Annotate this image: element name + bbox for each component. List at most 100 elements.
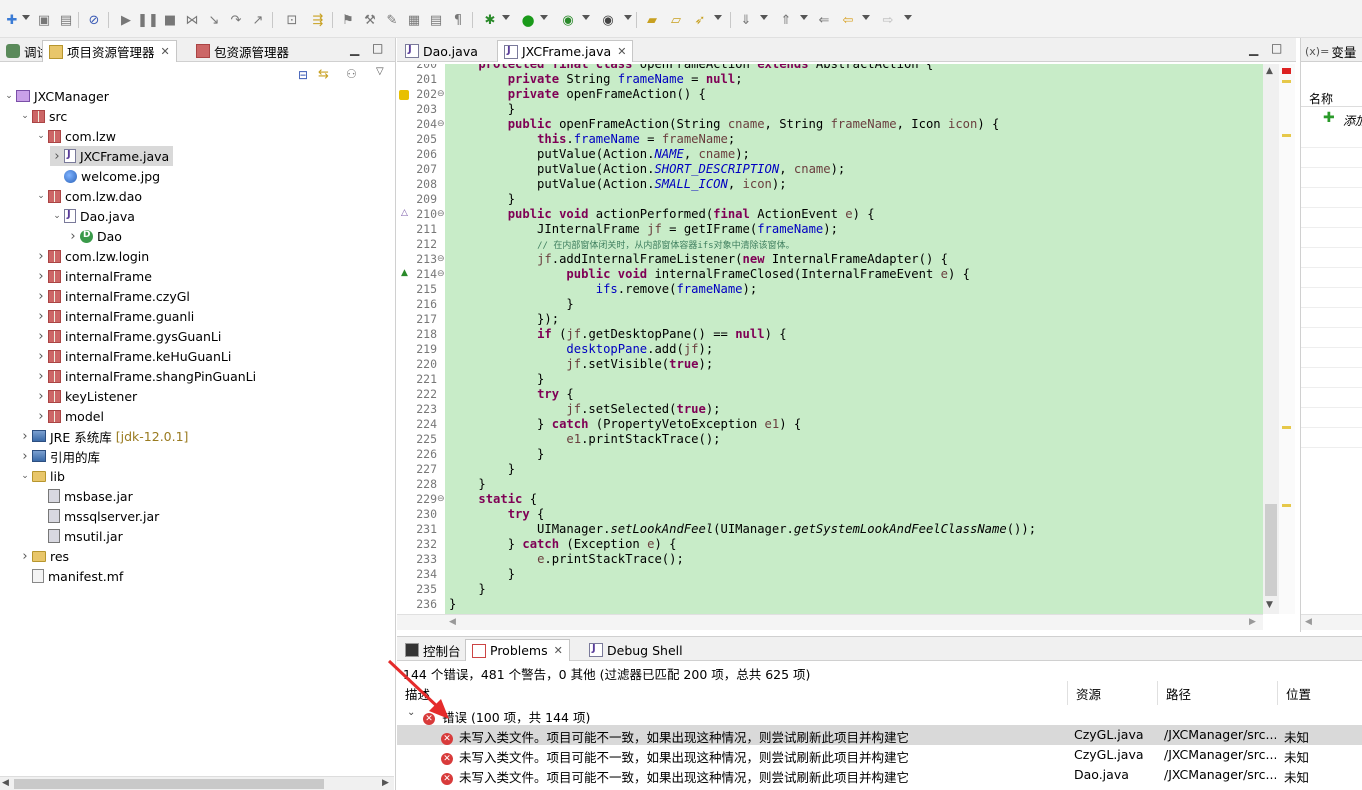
- maximize-icon[interactable]: □: [372, 41, 383, 55]
- column-header-location[interactable]: 位置: [1278, 681, 1362, 705]
- step-return-icon[interactable]: ↗: [250, 12, 266, 28]
- tree-item[interactable]: ⌄ lib: [18, 466, 65, 486]
- column-header-resource[interactable]: 资源: [1068, 681, 1158, 705]
- suspend-icon[interactable]: ❚❚: [137, 12, 159, 28]
- tab-variables[interactable]: (x)= 变量: [1301, 40, 1360, 62]
- scroll-left-icon[interactable]: ◀: [2, 778, 9, 788]
- add-expression-label[interactable]: 添加: [1343, 112, 1362, 129]
- editor-vertical-scrollbar[interactable]: ▲ ▼: [1263, 64, 1279, 614]
- close-icon[interactable]: ✕: [554, 644, 563, 657]
- tree-item[interactable]: ⌄ JXCManager: [2, 86, 109, 106]
- tree-item[interactable]: ⌄ com.lzw.dao: [34, 186, 142, 206]
- open-folder-icon[interactable]: ▰: [644, 12, 660, 28]
- tree-item[interactable]: mssqlserver.jar: [34, 506, 159, 526]
- tab-problems[interactable]: Problems ✕: [465, 639, 570, 661]
- tree-item[interactable]: › internalFrame: [34, 266, 152, 286]
- step-into-icon[interactable]: ↘: [206, 12, 222, 28]
- word-wrap-icon[interactable]: ▤: [428, 12, 444, 28]
- scroll-up-icon[interactable]: ▲: [1266, 66, 1273, 76]
- collapse-all-icon[interactable]: ⊟: [298, 68, 308, 82]
- next-annotation-dropdown-icon[interactable]: [760, 15, 768, 20]
- collapse-chevron-icon[interactable]: ›: [34, 329, 48, 344]
- collapse-chevron-icon[interactable]: ›: [18, 429, 32, 444]
- expand-chevron-icon[interactable]: ⌄: [50, 211, 64, 221]
- tab-dao-java[interactable]: Dao.java: [399, 40, 484, 62]
- scrollbar-thumb[interactable]: [1265, 504, 1277, 596]
- explorer-horizontal-scrollbar[interactable]: ◀ ▶: [0, 776, 394, 790]
- prev-annotation-dropdown-icon[interactable]: [800, 15, 808, 20]
- tab-debug-shell[interactable]: Debug Shell: [583, 639, 689, 661]
- minimize-icon[interactable]: ▁: [350, 42, 359, 56]
- fold-toggle-icon[interactable]: ⊖: [437, 254, 445, 264]
- collapse-chevron-icon[interactable]: ›: [34, 269, 48, 284]
- column-name-header[interactable]: 名称: [1309, 90, 1333, 107]
- filters-icon[interactable]: ⚇: [346, 67, 357, 81]
- tab-project-explorer[interactable]: 项目资源管理器 ✕: [42, 40, 177, 62]
- next-annotation-icon[interactable]: ⇓: [738, 12, 754, 28]
- collapse-chevron-icon[interactable]: ›: [34, 249, 48, 264]
- terminate-icon[interactable]: ■: [162, 12, 178, 28]
- tree-item[interactable]: › JXCFrame.java: [50, 146, 174, 166]
- debug-icon[interactable]: ✱: [482, 12, 498, 28]
- back-dropdown-icon[interactable]: [862, 15, 870, 20]
- save-all-icon[interactable]: ▤: [58, 12, 74, 28]
- fold-toggle-icon[interactable]: ⊖: [437, 209, 445, 219]
- scroll-right-icon[interactable]: ▶: [382, 778, 389, 788]
- last-edit-icon[interactable]: ⇐: [816, 12, 832, 28]
- variables-horizontal-scrollbar[interactable]: ◀: [1301, 614, 1362, 630]
- scroll-down-icon[interactable]: ▼: [1266, 600, 1273, 610]
- collapse-chevron-icon[interactable]: ›: [34, 349, 48, 364]
- tab-package-explorer[interactable]: 包资源管理器: [190, 40, 295, 62]
- tree-item[interactable]: manifest.mf: [18, 566, 123, 586]
- tree-item[interactable]: welcome.jpg: [50, 166, 160, 186]
- tree-item[interactable]: ⌄ src: [18, 106, 67, 126]
- close-icon[interactable]: ✕: [617, 45, 626, 58]
- implements-marker-icon[interactable]: ▲: [401, 268, 408, 278]
- tab-jxcframe-java[interactable]: JXCFrame.java ✕: [497, 40, 634, 62]
- collapse-chevron-icon[interactable]: ›: [50, 149, 64, 164]
- fold-toggle-icon[interactable]: ⊖: [437, 269, 445, 279]
- fold-toggle-icon[interactable]: ⊖: [437, 494, 445, 504]
- coverage-dropdown-icon[interactable]: [582, 15, 590, 20]
- overview-ruler[interactable]: [1279, 64, 1295, 614]
- collapse-chevron-icon[interactable]: ›: [34, 389, 48, 404]
- column-header-path[interactable]: 路径: [1158, 681, 1278, 705]
- tree-item[interactable]: › res: [18, 546, 69, 566]
- override-marker-icon[interactable]: △: [401, 208, 408, 218]
- collapse-chevron-icon[interactable]: ›: [34, 309, 48, 324]
- tree-item[interactable]: › internalFrame.czyGl: [34, 286, 189, 306]
- toggle-mark-icon[interactable]: ✎: [384, 12, 400, 28]
- tree-item[interactable]: › model: [34, 406, 104, 426]
- run-icon[interactable]: ●: [520, 11, 536, 29]
- tree-item[interactable]: › internalFrame.guanli: [34, 306, 194, 326]
- block-selection-icon[interactable]: ▦: [406, 12, 422, 28]
- problem-row[interactable]: ✕ 未写入类文件。项目可能不一致，如果出现这种情况，则尝试刷新此项目并构建它 Dao…: [397, 765, 1362, 785]
- collapse-chevron-icon[interactable]: ›: [34, 369, 48, 384]
- error-group-row[interactable]: ⌄ ✕ 错误 (100 项，共 144 项): [397, 705, 1362, 725]
- use-step-filters-icon[interactable]: ⇶: [310, 12, 326, 28]
- add-icon[interactable]: ✚: [1323, 110, 1335, 126]
- debug-dropdown-icon[interactable]: [502, 15, 510, 20]
- forward-dropdown-icon[interactable]: [904, 15, 912, 20]
- fold-toggle-icon[interactable]: ⊖: [437, 119, 445, 129]
- fold-toggle-icon[interactable]: ⊖: [437, 89, 445, 99]
- tree-item[interactable]: ⌄ Dao.java: [50, 206, 135, 226]
- resume-icon[interactable]: ▶: [118, 12, 134, 28]
- expand-chevron-icon[interactable]: ⌄: [34, 191, 48, 201]
- launch-icon[interactable]: ➶: [692, 12, 708, 28]
- new-dropdown-icon[interactable]: [22, 15, 30, 20]
- column-header-description[interactable]: 描述: [397, 681, 1068, 705]
- open-project-icon[interactable]: ▱: [668, 12, 684, 28]
- tree-item[interactable]: msutil.jar: [34, 526, 123, 546]
- tree-item[interactable]: msbase.jar: [34, 486, 133, 506]
- expand-chevron-icon[interactable]: ⌄: [2, 91, 16, 101]
- collapse-chevron-icon[interactable]: ›: [18, 449, 32, 464]
- scroll-right-icon[interactable]: ▶: [1249, 617, 1256, 627]
- close-icon[interactable]: ✕: [161, 45, 170, 58]
- run-last-tool-icon[interactable]: ⚒: [362, 12, 378, 28]
- tree-item[interactable]: ⌄ com.lzw: [34, 126, 116, 146]
- editor-horizontal-scrollbar[interactable]: ◀ ▶: [397, 614, 1263, 630]
- external-tools-icon[interactable]: ◉: [600, 12, 616, 28]
- scroll-left-icon[interactable]: ◀: [449, 617, 456, 627]
- tree-item[interactable]: › internalFrame.gysGuanLi: [34, 326, 221, 346]
